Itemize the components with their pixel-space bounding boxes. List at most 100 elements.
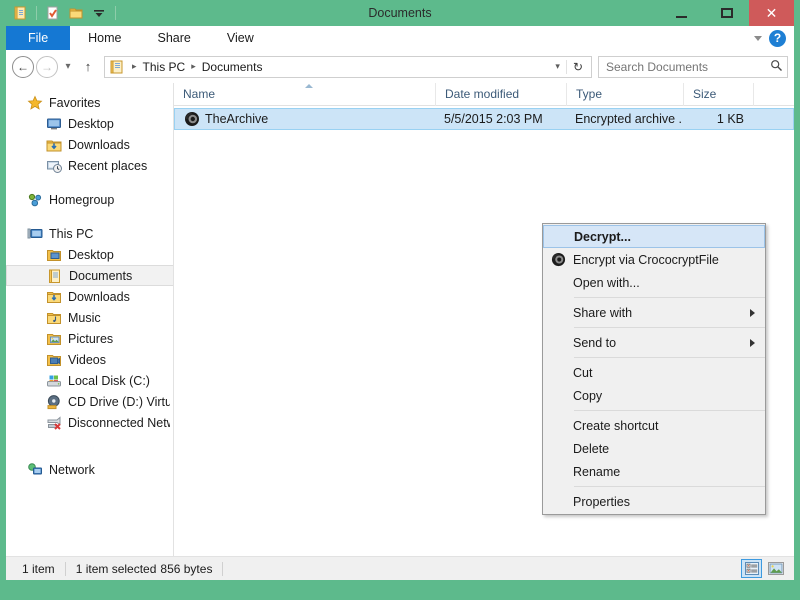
status-item-count: 1 item [12, 562, 65, 576]
sidebar-label: This PC [49, 227, 93, 241]
sidebar-item-favorites[interactable]: Favorites [6, 92, 174, 113]
menu-item-label: Copy [573, 389, 757, 403]
explorer-window: Documents ✕ File Home Share View ? ← → ▾… [0, 0, 800, 600]
sidebar-item-network[interactable]: Network [6, 459, 174, 480]
sidebar-label: Downloads [68, 138, 130, 152]
refresh-icon[interactable]: ↻ [566, 60, 589, 74]
menu-item-label: Cut [573, 366, 757, 380]
forward-button[interactable]: → [36, 56, 58, 78]
menu-item-send-to[interactable]: Send to [543, 331, 765, 354]
qat-separator [36, 6, 37, 20]
menu-item-properties[interactable]: Properties [543, 490, 765, 513]
menu-item-delete[interactable]: Delete [543, 437, 765, 460]
up-button[interactable]: ↑ [78, 59, 98, 74]
file-name-cell[interactable]: TheArchive [175, 109, 435, 129]
search-box[interactable] [598, 56, 788, 78]
sidebar-label: Desktop [68, 248, 114, 262]
maximize-button[interactable] [704, 0, 749, 26]
sidebar-item-documents[interactable]: Documents [6, 265, 174, 286]
sidebar-gap-4 [6, 446, 174, 459]
menu-item-label: Encrypt via CrococryptFile [573, 253, 757, 267]
sidebar-item-cd-drive-d[interactable]: CD Drive (D:) Virtual [6, 391, 174, 412]
properties-icon[interactable] [43, 3, 63, 23]
sidebar-label: Music [68, 311, 101, 325]
sidebar-item-disconnected-network[interactable]: Disconnected Netwo [6, 412, 174, 433]
close-icon: ✕ [766, 6, 778, 20]
view-toggle-group [741, 559, 788, 578]
folder-desktop-icon [46, 247, 62, 263]
menu-item-share-with[interactable]: Share with [543, 301, 765, 324]
menu-item-encrypt-via-crococryptfile[interactable]: Encrypt via CrococryptFile [543, 248, 765, 271]
rename-icon-slot [543, 460, 573, 483]
customize-qat-icon[interactable] [89, 3, 109, 23]
sidebar-item-local-disk-c[interactable]: Local Disk (C:) [6, 370, 174, 391]
network-icon [27, 462, 43, 478]
breadcrumb-sep-1: ▸ [187, 61, 200, 72]
menu-item-label: Open with... [573, 276, 757, 290]
sidebar-item-downloads[interactable]: Downloads [6, 286, 174, 307]
send-to-icon-slot [543, 331, 573, 354]
chevron-down-icon[interactable] [754, 36, 762, 41]
breadcrumb-dropdown-icon[interactable]: ▾ [549, 61, 566, 72]
tab-file[interactable]: File [6, 26, 70, 50]
tab-view[interactable]: View [209, 26, 272, 50]
new-folder-icon[interactable] [66, 3, 86, 23]
sidebar-label: Desktop [68, 117, 114, 131]
menu-item-create-shortcut[interactable]: Create shortcut [543, 414, 765, 437]
menu-item-decrypt[interactable]: Decrypt... [543, 225, 765, 248]
breadcrumb-item-this-pc[interactable]: This PC [141, 60, 188, 74]
sidebar-item-desktop-fav[interactable]: Desktop [6, 113, 174, 134]
menu-item-label: Share with [573, 306, 750, 320]
folder-icon [109, 59, 125, 75]
sidebar-label: Recent places [68, 159, 147, 173]
open-with-icon-slot [543, 271, 573, 294]
sidebar-label: Network [49, 463, 95, 477]
computer-icon [27, 226, 43, 242]
sidebar-item-desktop[interactable]: Desktop [6, 244, 174, 265]
menu-item-copy[interactable]: Copy [543, 384, 765, 407]
details-view-button[interactable] [741, 559, 762, 578]
breadcrumb-item-documents[interactable]: Documents [200, 60, 265, 74]
breadcrumb[interactable]: ▸ This PC ▸ Documents ▾ ↻ [104, 56, 592, 78]
recent-locations-icon[interactable]: ▾ [60, 61, 76, 72]
menu-item-label: Properties [573, 495, 757, 509]
table-row[interactable]: TheArchive 5/5/2015 2:03 PM Encrypted ar… [174, 108, 794, 130]
qat-separator-2 [115, 6, 116, 20]
menu-item-rename[interactable]: Rename [543, 460, 765, 483]
share-with-icon-slot [543, 301, 573, 324]
column-header-date-modified[interactable]: Date modified [435, 83, 566, 106]
menu-item-cut[interactable]: Cut [543, 361, 765, 384]
sidebar-item-this-pc[interactable]: This PC [6, 223, 174, 244]
documents-icon[interactable] [10, 3, 30, 23]
tab-share[interactable]: Share [140, 26, 209, 50]
sidebar-item-videos[interactable]: Videos [6, 349, 174, 370]
column-header-size[interactable]: Size [683, 83, 753, 106]
back-button[interactable]: ← [12, 56, 34, 78]
sidebar-item-homegroup[interactable]: Homegroup [6, 189, 174, 210]
context-menu[interactable]: Decrypt... Encrypt via CrococryptFile [542, 223, 766, 515]
menu-item-open-with[interactable]: Open with... [543, 271, 765, 294]
star-icon [27, 95, 43, 111]
column-header-name[interactable]: Name [174, 83, 435, 106]
search-input[interactable] [606, 60, 770, 74]
search-icon[interactable] [770, 59, 783, 75]
close-button[interactable]: ✕ [749, 0, 794, 26]
file-list-pane[interactable]: Name Date modified Type Size [174, 83, 794, 556]
large-icons-view-button[interactable] [765, 559, 786, 578]
column-label: Name [183, 87, 215, 101]
sidebar-item-downloads-fav[interactable]: Downloads [6, 134, 174, 155]
address-bar: ← → ▾ ↑ ▸ This PC ▸ Documents ▾ ↻ [6, 51, 794, 83]
sidebar-item-pictures[interactable]: Pictures [6, 328, 174, 349]
tab-home[interactable]: Home [70, 26, 139, 50]
sidebar-gap-1 [6, 176, 174, 189]
menu-item-label: Create shortcut [573, 419, 757, 433]
column-header-type[interactable]: Type [566, 83, 683, 106]
sidebar-item-recent-places[interactable]: Recent places [6, 155, 174, 176]
sidebar-item-music[interactable]: Music [6, 307, 174, 328]
submenu-arrow-icon [750, 339, 755, 347]
minimize-button[interactable] [659, 0, 704, 26]
help-icon[interactable]: ? [769, 30, 786, 47]
navigation-pane[interactable]: Favorites Desktop [6, 83, 174, 556]
status-bar: 1 item 1 item selected 856 bytes [6, 556, 794, 580]
downloads-icon [46, 137, 62, 153]
